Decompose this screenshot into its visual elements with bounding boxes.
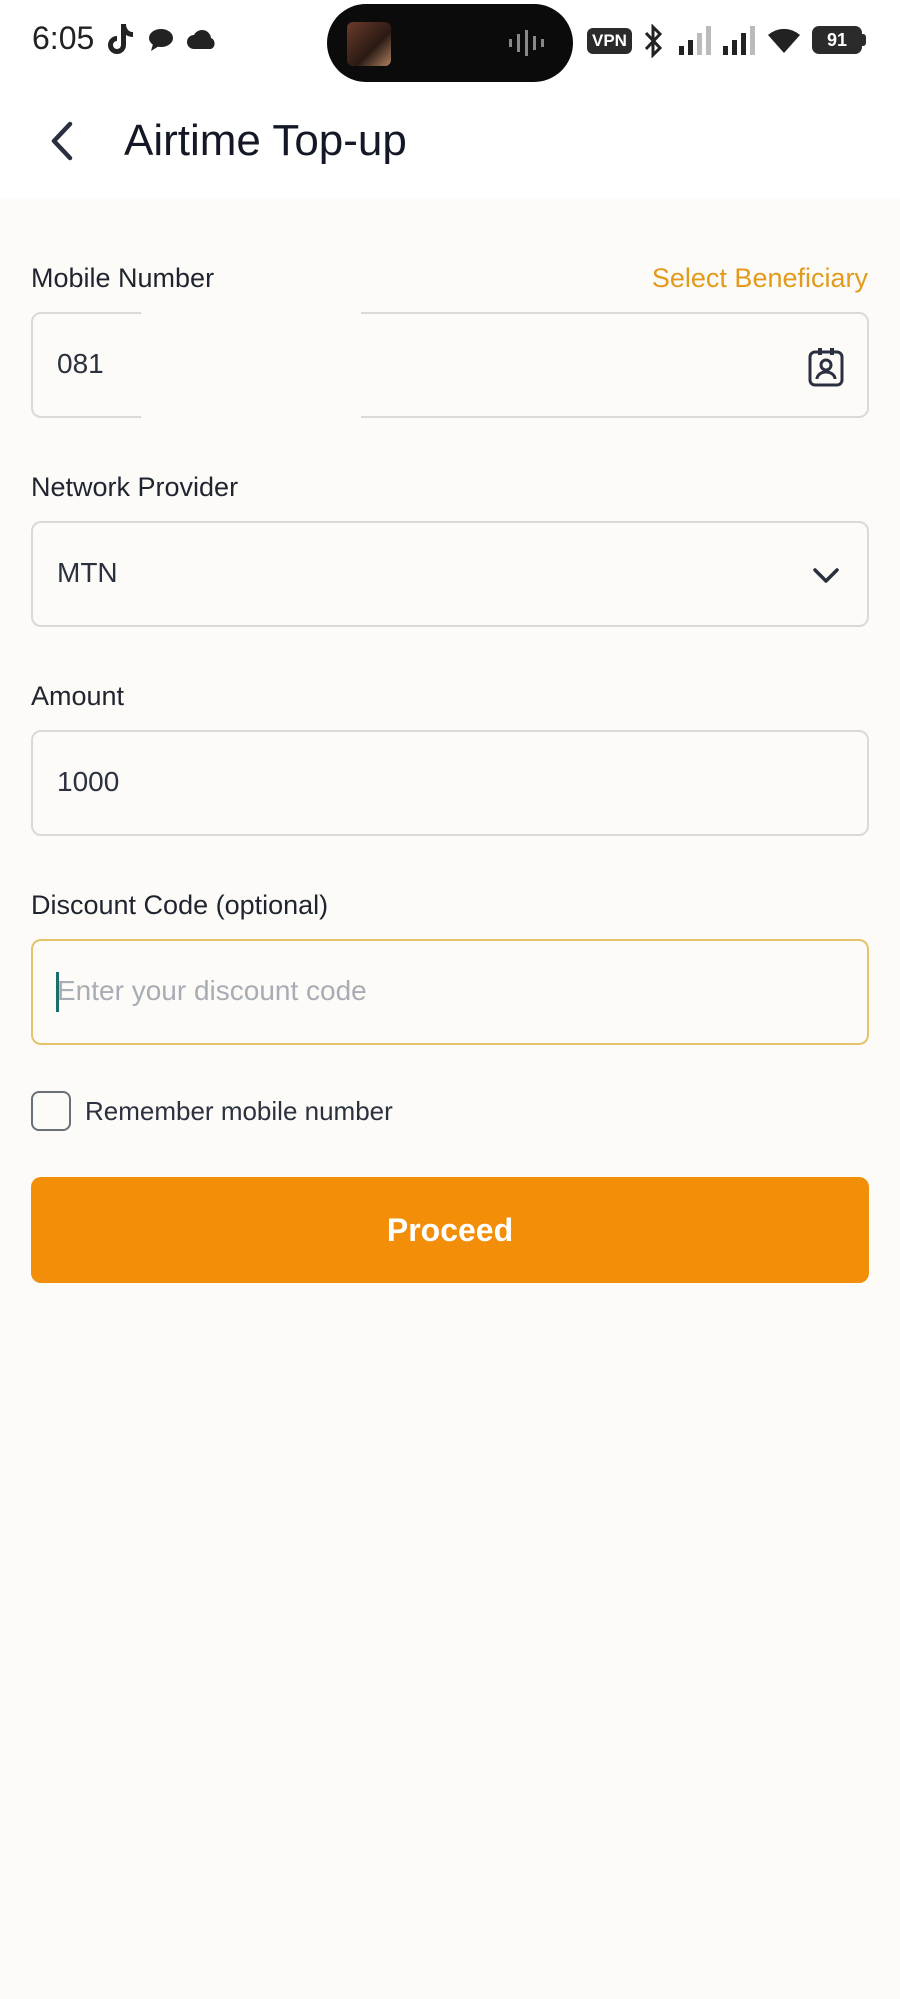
- back-arrow-icon[interactable]: [40, 116, 84, 166]
- status-bar: 6:05 VPN 91: [0, 0, 900, 82]
- amount-label: Amount: [31, 681, 125, 711]
- network-provider-value: MTN: [57, 557, 118, 588]
- media-thumbnail: [347, 22, 391, 66]
- mobile-number-value: 081: [57, 348, 104, 379]
- discount-code-field[interactable]: Enter your discount code: [31, 939, 869, 1045]
- discount-code-placeholder: Enter your discount code: [57, 975, 367, 1006]
- wifi-icon: [768, 28, 800, 53]
- remember-number-label[interactable]: Remember mobile number: [85, 1096, 393, 1127]
- network-provider-select[interactable]: MTN: [31, 521, 869, 627]
- proceed-button[interactable]: Proceed: [31, 1177, 869, 1283]
- battery-icon: 91: [812, 26, 862, 54]
- page-title: Airtime Top-up: [124, 116, 407, 165]
- chat-bubble-icon: [149, 29, 173, 51]
- contact-icon[interactable]: [807, 347, 845, 387]
- cloud-icon: [187, 30, 215, 49]
- tiktok-icon: [108, 24, 133, 54]
- status-time: 6:05: [32, 20, 95, 56]
- dynamic-island: [327, 4, 573, 82]
- signal-icon: [723, 26, 755, 55]
- bluetooth-icon: [644, 24, 663, 58]
- chevron-down-icon: [813, 568, 839, 583]
- remember-number-checkbox[interactable]: [31, 1091, 71, 1131]
- battery-tip: [862, 34, 866, 46]
- mobile-number-field[interactable]: 081: [31, 310, 869, 420]
- network-provider-label: Network Provider: [31, 472, 239, 502]
- mobile-number-label: Mobile Number: [31, 263, 215, 293]
- signal-icon: [679, 26, 711, 55]
- audio-wave-icon: [509, 30, 544, 56]
- amount-value: 1000: [57, 766, 120, 797]
- select-beneficiary-link[interactable]: Select Beneficiary: [652, 263, 868, 294]
- amount-field[interactable]: 1000: [31, 730, 869, 836]
- redaction-mask: [141, 310, 361, 420]
- battery-level: 91: [826, 30, 848, 50]
- app-header: Airtime Top-up: [0, 82, 900, 198]
- discount-code-label: Discount Code (optional): [31, 890, 329, 920]
- vpn-badge: VPN: [587, 28, 632, 54]
